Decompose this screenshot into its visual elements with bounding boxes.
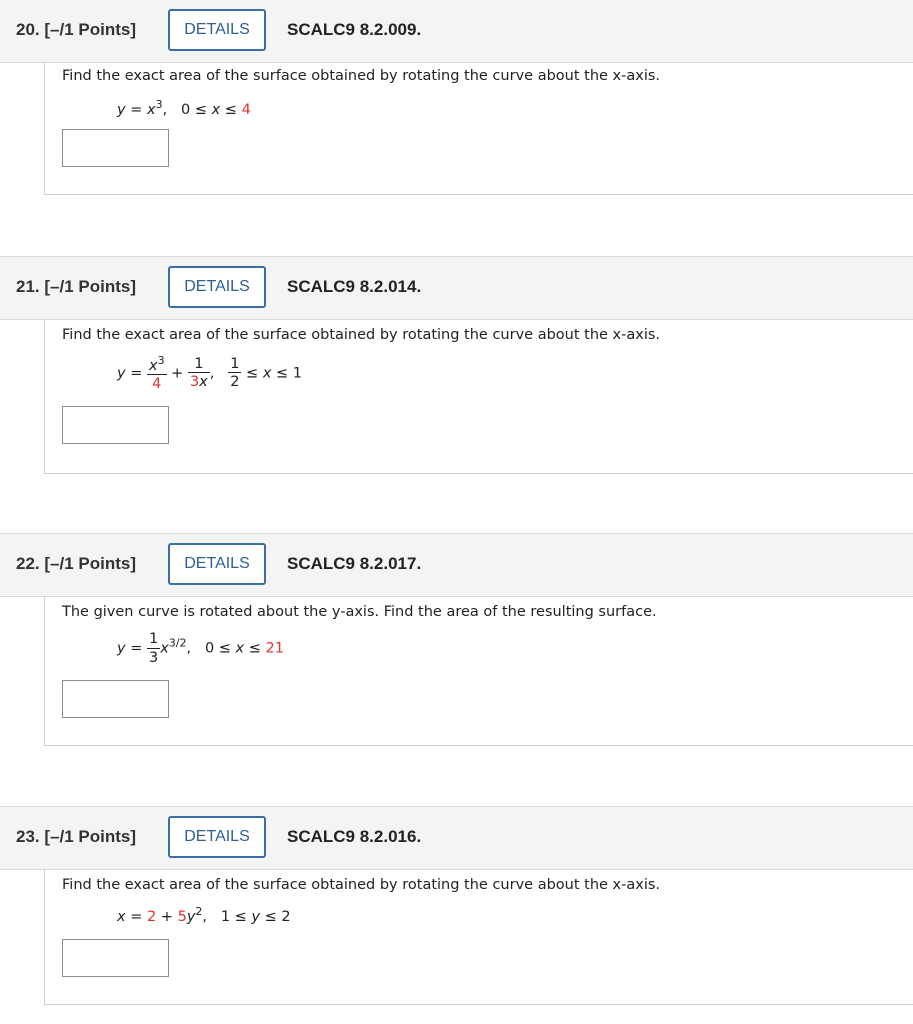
fraction: x3 4 — [146, 354, 167, 393]
answer-input[interactable] — [62, 129, 169, 167]
curve-equation: x = 2 + 5y2, 1 ≤ y ≤ 2 — [117, 905, 291, 925]
curve-equation: y = x3 4 + 1 3x, 12 ≤ x ≤ 1 — [117, 354, 302, 393]
details-button[interactable]: DETAILS — [168, 9, 266, 51]
question-header-21: 21. [–/1 Points] DETAILS SCALC9 8.2.014. — [0, 256, 913, 320]
question-code: SCALC9 8.2.014. — [287, 277, 422, 296]
question-body-20: Find the exact area of the surface obtai… — [44, 62, 913, 195]
question-body-22: The given curve is rotated about the y-a… — [44, 596, 913, 746]
fraction: 1 3x — [187, 355, 210, 391]
given-value: 21 — [265, 640, 284, 657]
given-value: 3 — [189, 374, 200, 391]
question-number: 22. [–/1 Points] — [16, 554, 136, 573]
question-code: SCALC9 8.2.009. — [287, 20, 422, 39]
question-header-22: 22. [–/1 Points] DETAILS SCALC9 8.2.017. — [0, 533, 913, 597]
question-prompt: Find the exact area of the surface obtai… — [62, 327, 661, 343]
fraction: 12 — [228, 355, 242, 391]
answer-input[interactable] — [62, 939, 169, 977]
question-header-20: 20. [–/1 Points] DETAILS SCALC9 8.2.009. — [0, 0, 913, 63]
given-value: 2 — [146, 908, 157, 925]
question-code: SCALC9 8.2.017. — [287, 554, 422, 573]
question-number: 21. [–/1 Points] — [16, 277, 136, 296]
curve-equation: y = 1 3 x3/2, 0 ≤ x ≤ 21 — [117, 631, 284, 666]
question-prompt: The given curve is rotated about the y-a… — [62, 604, 657, 620]
details-button[interactable]: DETAILS — [168, 543, 266, 585]
question-number: 20. [–/1 Points] — [16, 20, 136, 39]
question-prompt: Find the exact area of the surface obtai… — [62, 877, 661, 893]
fraction: 13 — [146, 631, 161, 666]
details-button[interactable]: DETAILS — [168, 266, 266, 308]
question-code: SCALC9 8.2.016. — [287, 827, 422, 846]
question-header-23: 23. [–/1 Points] DETAILS SCALC9 8.2.016. — [0, 806, 913, 870]
curve-equation: y = x3, 0 ≤ x ≤ 4 — [117, 98, 251, 118]
question-body-23: Find the exact area of the surface obtai… — [44, 869, 913, 1005]
question-prompt: Find the exact area of the surface obtai… — [62, 68, 661, 84]
details-button[interactable]: DETAILS — [168, 816, 266, 858]
question-body-21: Find the exact area of the surface obtai… — [44, 319, 913, 474]
given-value: 5 — [177, 908, 187, 925]
answer-input[interactable] — [62, 406, 169, 444]
question-number: 23. [–/1 Points] — [16, 827, 136, 846]
given-value: 4 — [152, 376, 162, 393]
answer-input[interactable] — [62, 680, 169, 718]
given-value: 4 — [241, 101, 251, 118]
